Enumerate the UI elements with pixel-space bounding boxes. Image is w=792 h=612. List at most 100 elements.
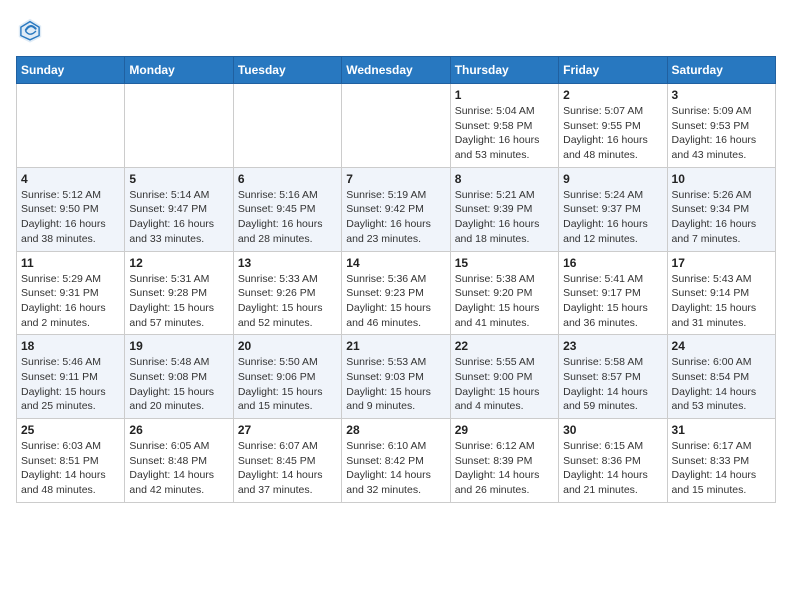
day-number: 29 [455,423,554,437]
cell-info: Sunrise: 5:21 AM Sunset: 9:39 PM Dayligh… [455,188,554,247]
cell-info: Sunrise: 5:09 AM Sunset: 9:53 PM Dayligh… [672,104,771,163]
day-number: 25 [21,423,120,437]
calendar-cell: 31 Sunrise: 6:17 AM Sunset: 8:33 PM Dayli… [667,419,775,503]
calendar-cell: 16 Sunrise: 5:41 AM Sunset: 9:17 PM Dayli… [559,251,667,335]
cell-info: Sunrise: 5:12 AM Sunset: 9:50 PM Dayligh… [21,188,120,247]
day-number: 6 [238,172,337,186]
calendar-cell: 27 Sunrise: 6:07 AM Sunset: 8:45 PM Dayli… [233,419,341,503]
calendar-cell: 28Sunrise: 6:10 AM Sunset: 8:42 PM Dayli… [342,419,450,503]
cell-info: Sunrise: 5:33 AM Sunset: 9:26 PM Dayligh… [238,272,337,331]
calendar-cell: 10Sunrise: 5:26 AM Sunset: 9:34 PM Dayli… [667,167,775,251]
cell-info: Sunrise: 6:05 AM Sunset: 8:48 PM Dayligh… [129,439,228,498]
cell-info: Sunrise: 5:43 AM Sunset: 9:14 PM Dayligh… [672,272,771,331]
calendar-cell [342,84,450,168]
day-number: 9 [563,172,662,186]
cell-info: Sunrise: 5:36 AM Sunset: 9:23 PM Dayligh… [346,272,445,331]
calendar-cell: 14 Sunrise: 5:36 AM Sunset: 9:23 PM Dayli… [342,251,450,335]
calendar-cell: 15 Sunrise: 5:38 AM Sunset: 9:20 PM Dayli… [450,251,558,335]
logo [16,16,48,44]
cell-info: Sunrise: 5:16 AM Sunset: 9:45 PM Dayligh… [238,188,337,247]
day-number: 10 [672,172,771,186]
calendar-cell: 4 Sunrise: 5:12 AM Sunset: 9:50 PM Daylig… [17,167,125,251]
calendar-cell: 20Sunrise: 5:50 AM Sunset: 9:06 PM Dayli… [233,335,341,419]
day-number: 16 [563,256,662,270]
calendar-cell: 26Sunrise: 6:05 AM Sunset: 8:48 PM Dayli… [125,419,233,503]
day-number: 5 [129,172,228,186]
calendar-cell: 5 Sunrise: 5:14 AM Sunset: 9:47 PM Daylig… [125,167,233,251]
cell-info: Sunrise: 6:00 AM Sunset: 8:54 PM Dayligh… [672,355,771,414]
day-header-monday: Monday [125,57,233,84]
day-header-thursday: Thursday [450,57,558,84]
day-number: 11 [21,256,120,270]
logo-icon [16,16,44,44]
calendar-week-row: 18 Sunrise: 5:46 AM Sunset: 9:11 PM Dayli… [17,335,776,419]
day-number: 4 [21,172,120,186]
day-number: 1 [455,88,554,102]
day-number: 31 [672,423,771,437]
day-header-saturday: Saturday [667,57,775,84]
cell-info: Sunrise: 5:55 AM Sunset: 9:00 PM Dayligh… [455,355,554,414]
cell-info: Sunrise: 6:03 AM Sunset: 8:51 PM Dayligh… [21,439,120,498]
calendar-cell: 29 Sunrise: 6:12 AM Sunset: 8:39 PM Dayli… [450,419,558,503]
day-number: 24 [672,339,771,353]
day-number: 7 [346,172,445,186]
day-number: 30 [563,423,662,437]
calendar-cell: 21 Sunrise: 5:53 AM Sunset: 9:03 PM Dayli… [342,335,450,419]
day-number: 12 [129,256,228,270]
day-number: 17 [672,256,771,270]
day-number: 23 [563,339,662,353]
calendar-cell: 1 Sunrise: 5:04 AM Sunset: 9:58 PM Daylig… [450,84,558,168]
calendar-week-row: 11Sunrise: 5:29 AM Sunset: 9:31 PM Dayli… [17,251,776,335]
day-number: 3 [672,88,771,102]
day-number: 22 [455,339,554,353]
calendar-cell: 17 Sunrise: 5:43 AM Sunset: 9:14 PM Dayli… [667,251,775,335]
calendar-cell: 8 Sunrise: 5:21 AM Sunset: 9:39 PM Daylig… [450,167,558,251]
cell-info: Sunrise: 5:24 AM Sunset: 9:37 PM Dayligh… [563,188,662,247]
cell-info: Sunrise: 6:17 AM Sunset: 8:33 PM Dayligh… [672,439,771,498]
calendar-table: SundayMondayTuesdayWednesdayThursdayFrid… [16,56,776,503]
calendar-cell: 30 Sunrise: 6:15 AM Sunset: 8:36 PM Dayli… [559,419,667,503]
cell-info: Sunrise: 5:38 AM Sunset: 9:20 PM Dayligh… [455,272,554,331]
calendar-cell [125,84,233,168]
day-number: 19 [129,339,228,353]
calendar-cell: 9 Sunrise: 5:24 AM Sunset: 9:37 PM Daylig… [559,167,667,251]
day-number: 27 [238,423,337,437]
calendar-cell [233,84,341,168]
cell-info: Sunrise: 5:58 AM Sunset: 8:57 PM Dayligh… [563,355,662,414]
cell-info: Sunrise: 5:04 AM Sunset: 9:58 PM Dayligh… [455,104,554,163]
calendar-week-row: 1 Sunrise: 5:04 AM Sunset: 9:58 PM Daylig… [17,84,776,168]
calendar-week-row: 4 Sunrise: 5:12 AM Sunset: 9:50 PM Daylig… [17,167,776,251]
calendar-cell: 2 Sunrise: 5:07 AM Sunset: 9:55 PM Daylig… [559,84,667,168]
day-header-tuesday: Tuesday [233,57,341,84]
cell-info: Sunrise: 5:14 AM Sunset: 9:47 PM Dayligh… [129,188,228,247]
calendar-cell: 6 Sunrise: 5:16 AM Sunset: 9:45 PM Daylig… [233,167,341,251]
cell-info: Sunrise: 5:31 AM Sunset: 9:28 PM Dayligh… [129,272,228,331]
cell-info: Sunrise: 5:07 AM Sunset: 9:55 PM Dayligh… [563,104,662,163]
calendar-week-row: 25 Sunrise: 6:03 AM Sunset: 8:51 PM Dayli… [17,419,776,503]
cell-info: Sunrise: 6:07 AM Sunset: 8:45 PM Dayligh… [238,439,337,498]
calendar-cell: 18 Sunrise: 5:46 AM Sunset: 9:11 PM Dayli… [17,335,125,419]
day-number: 2 [563,88,662,102]
day-number: 20 [238,339,337,353]
day-number: 15 [455,256,554,270]
cell-info: Sunrise: 5:46 AM Sunset: 9:11 PM Dayligh… [21,355,120,414]
cell-info: Sunrise: 6:10 AM Sunset: 8:42 PM Dayligh… [346,439,445,498]
cell-info: Sunrise: 5:41 AM Sunset: 9:17 PM Dayligh… [563,272,662,331]
day-number: 21 [346,339,445,353]
calendar-cell: 24 Sunrise: 6:00 AM Sunset: 8:54 PM Dayli… [667,335,775,419]
calendar-cell [17,84,125,168]
cell-info: Sunrise: 6:15 AM Sunset: 8:36 PM Dayligh… [563,439,662,498]
cell-info: Sunrise: 6:12 AM Sunset: 8:39 PM Dayligh… [455,439,554,498]
cell-info: Sunrise: 5:48 AM Sunset: 9:08 PM Dayligh… [129,355,228,414]
calendar-cell: 25 Sunrise: 6:03 AM Sunset: 8:51 PM Dayli… [17,419,125,503]
calendar-cell: 23 Sunrise: 5:58 AM Sunset: 8:57 PM Dayli… [559,335,667,419]
calendar-cell: 11Sunrise: 5:29 AM Sunset: 9:31 PM Dayli… [17,251,125,335]
cell-info: Sunrise: 5:53 AM Sunset: 9:03 PM Dayligh… [346,355,445,414]
day-number: 14 [346,256,445,270]
day-number: 18 [21,339,120,353]
day-number: 8 [455,172,554,186]
calendar-cell: 19 Sunrise: 5:48 AM Sunset: 9:08 PM Dayli… [125,335,233,419]
day-header-wednesday: Wednesday [342,57,450,84]
day-number: 13 [238,256,337,270]
calendar-cell: 12 Sunrise: 5:31 AM Sunset: 9:28 PM Dayli… [125,251,233,335]
